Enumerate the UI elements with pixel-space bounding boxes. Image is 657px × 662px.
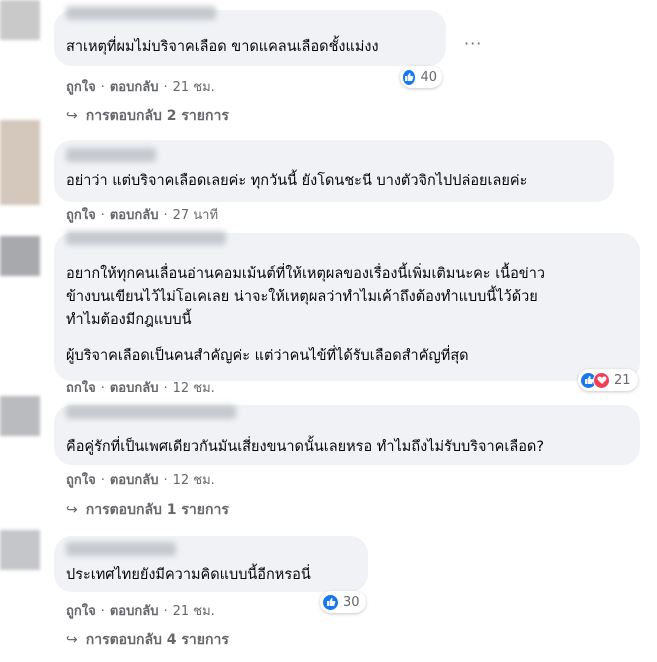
like-icon bbox=[402, 68, 417, 86]
comment-actions: ถูกใจ · ตอบกลับ · 12 ชม. bbox=[66, 473, 215, 488]
comment-text-line: ข้างบนเขียนไว้ไม่โอเคเลย น่าจะให้เหตุผลว… bbox=[66, 289, 538, 305]
timestamp[interactable]: 12 ชม. bbox=[173, 381, 215, 392]
view-replies-label: การตอบกลับ 2 รายการ bbox=[85, 108, 229, 124]
reply-button[interactable]: ตอบกลับ bbox=[110, 604, 159, 619]
comment-actions: ถูกใจ · ตอบกลับ · 21 ชม. bbox=[66, 80, 215, 95]
commenter-name[interactable] bbox=[66, 6, 216, 20]
comment-text-line: อยากให้ทุกคนเลื่อนอ่านคอมเม้นต์ที่ให้เหต… bbox=[66, 266, 545, 282]
reply-arrow-icon: ↪ bbox=[66, 502, 78, 518]
reaction-summary[interactable]: 40 bbox=[400, 66, 442, 88]
commenter-name[interactable] bbox=[66, 542, 176, 556]
reaction-summary[interactable]: 21 bbox=[578, 369, 638, 391]
like-button[interactable]: ถูกใจ bbox=[66, 473, 96, 488]
comment-actions: ถูกใจ · ตอบกลับ · 27 นาที bbox=[66, 208, 219, 223]
comment-bubble: ประเทศไทยยังมีความคิดแบบนี้อีกหรอนี่ bbox=[54, 536, 368, 592]
timestamp[interactable]: 12 ชม. bbox=[173, 473, 215, 488]
comment-text: คือคู่รักที่เป็นเพศเดียวกันมันเสี่ยงขนาด… bbox=[66, 439, 545, 455]
view-replies-link[interactable]: ↪ การตอบกลับ 2 รายการ bbox=[66, 106, 229, 126]
view-replies-label: การตอบกลับ 4 รายการ bbox=[85, 632, 229, 648]
like-button[interactable]: ถูกใจ bbox=[66, 604, 96, 619]
avatar[interactable] bbox=[0, 0, 40, 40]
reaction-count: 21 bbox=[614, 372, 631, 388]
comment-bubble: อยากให้ทุกคนเลื่อนอ่านคอมเม้นต์ที่ให้เหต… bbox=[54, 231, 640, 381]
view-replies-link[interactable]: ↪ การตอบกลับ 4 รายการ bbox=[66, 630, 229, 650]
avatar[interactable] bbox=[0, 120, 40, 205]
comment-bubble: คือคู่รักที่เป็นเพศเดียวกันมันเสี่ยงขนาด… bbox=[54, 405, 640, 465]
comment-actions: ถูกใจ · ตอบกลับ · 21 ชม. bbox=[66, 604, 215, 619]
like-button[interactable]: ถูกใจ bbox=[66, 80, 96, 95]
commenter-name[interactable] bbox=[66, 231, 226, 245]
view-replies-label: การตอบกลับ 1 รายการ bbox=[85, 502, 229, 518]
timestamp[interactable]: 21 ชม. bbox=[173, 604, 215, 619]
timestamp[interactable]: 27 นาที bbox=[173, 208, 218, 223]
reply-button[interactable]: ตอบกลับ bbox=[110, 208, 159, 223]
avatar[interactable] bbox=[0, 236, 40, 276]
commenter-name[interactable] bbox=[66, 148, 156, 162]
comment-bubble: อย่าว่า แต่บริจาคเลือดเลยค่ะ ทุกวันนี้ ย… bbox=[54, 140, 614, 202]
comment-text: สาเหตุที่ผมไม่บริจาคเลือด ขาดแคลนเลือดชั… bbox=[66, 39, 379, 55]
comment-text-line: ผู้บริจาคเลือดเป็นคนสำคัญค่ะ แต่ว่าคนไข้… bbox=[66, 348, 469, 364]
like-icon bbox=[322, 593, 339, 611]
reply-button[interactable]: ตอบกลับ bbox=[110, 80, 159, 95]
reaction-summary[interactable]: 30 bbox=[320, 591, 366, 613]
comment-text: อย่าว่า แต่บริจาคเลือดเลยค่ะ ทุกวันนี้ ย… bbox=[66, 173, 528, 189]
view-replies-link[interactable]: ↪ การตอบกลับ 1 รายการ bbox=[66, 500, 229, 520]
timestamp[interactable]: 21 ชม. bbox=[173, 80, 215, 95]
reply-arrow-icon: ↪ bbox=[66, 108, 78, 124]
reply-button[interactable]: ตอบกลับ bbox=[110, 381, 159, 392]
reply-button[interactable]: ตอบกลับ bbox=[110, 473, 159, 488]
reaction-count: 40 bbox=[420, 69, 437, 85]
like-button[interactable]: ถูกใจ bbox=[66, 381, 96, 392]
avatar[interactable] bbox=[0, 396, 40, 436]
comment-text-line: ทำไมต้องมีกฎแบบนี้ bbox=[66, 312, 192, 328]
love-icon bbox=[593, 371, 610, 389]
comment-actions: ถูกใจ · ตอบกลับ · 12 ชม. bbox=[66, 380, 215, 392]
like-button[interactable]: ถูกใจ bbox=[66, 208, 96, 223]
reply-arrow-icon: ↪ bbox=[66, 632, 78, 648]
reaction-count: 30 bbox=[343, 594, 360, 610]
comment-bubble: สาเหตุที่ผมไม่บริจาคเลือด ขาดแคลนเลือดชั… bbox=[54, 6, 446, 66]
avatar[interactable] bbox=[0, 530, 40, 570]
comment-text: ประเทศไทยยังมีความคิดแบบนี้อีกหรอนี่ bbox=[66, 567, 311, 583]
commenter-name[interactable] bbox=[66, 405, 236, 419]
more-options-icon[interactable]: ··· bbox=[464, 34, 482, 53]
